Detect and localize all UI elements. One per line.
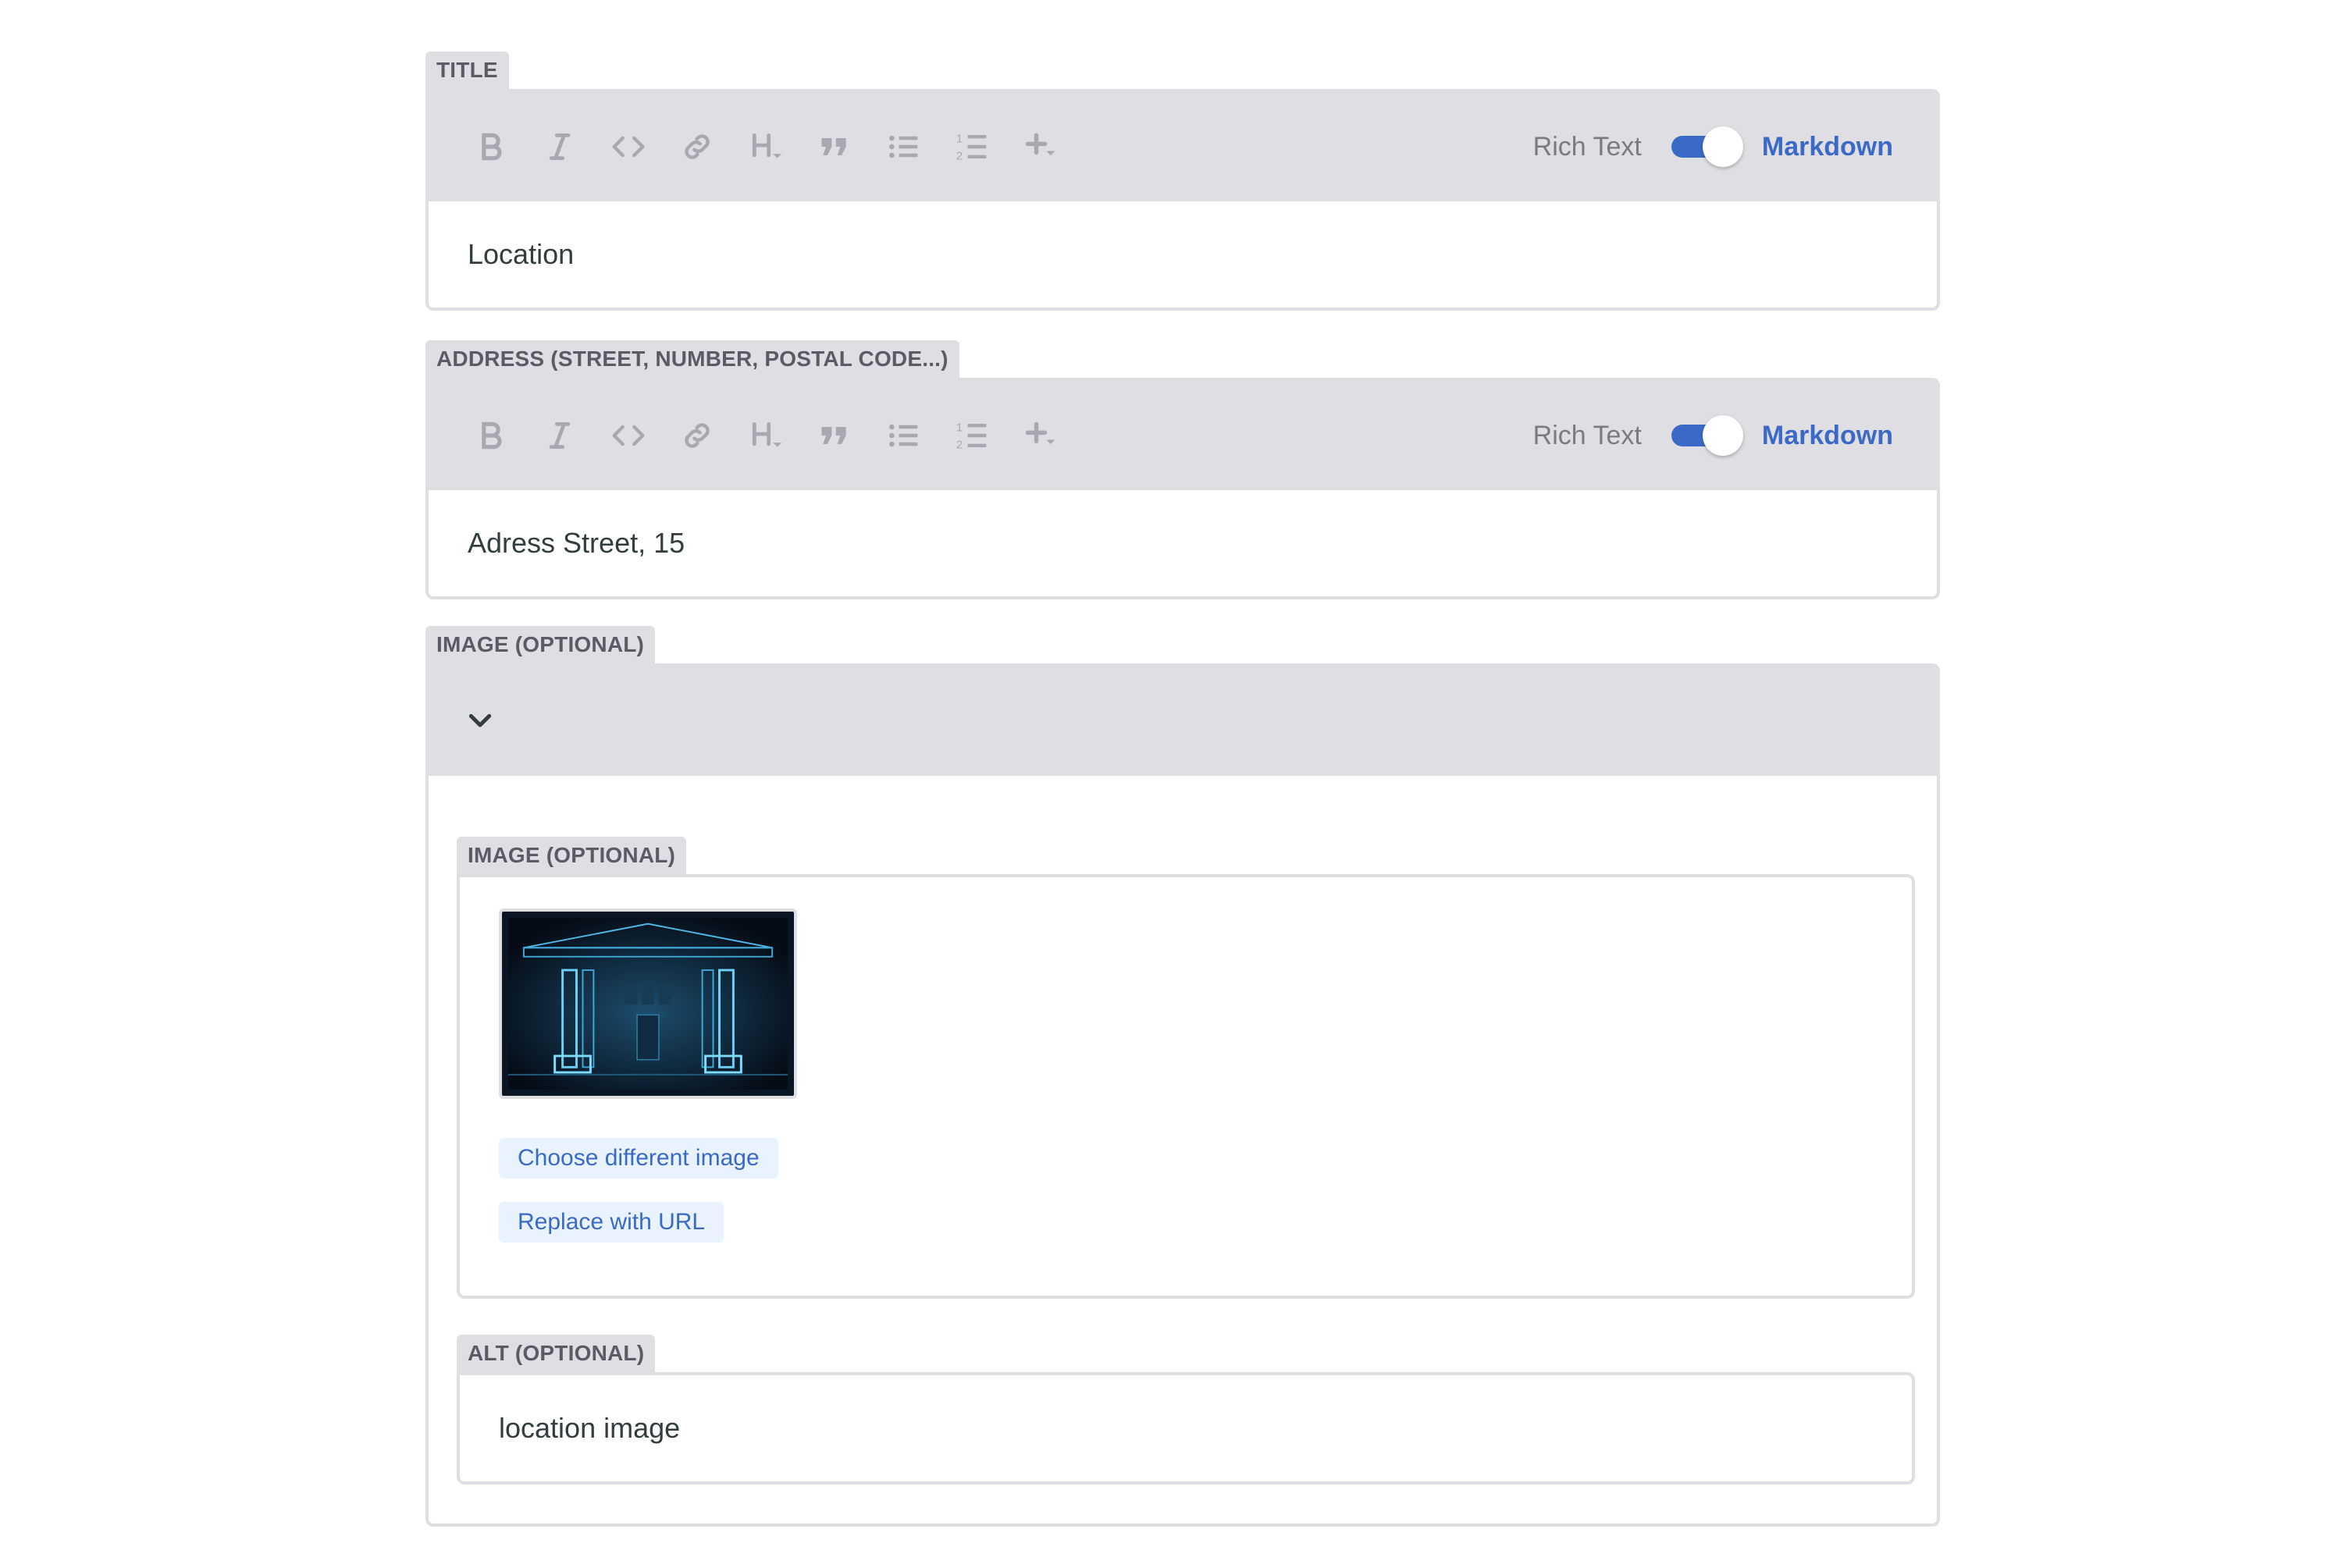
quote-icon[interactable] bbox=[811, 123, 858, 170]
image-label: IMAGE (OPTIONAL) bbox=[457, 837, 687, 874]
address-editor-box: 12 Rich Text Markdown Adress Street, 15 bbox=[425, 378, 1940, 599]
image-box: Choose different image Replace with URL bbox=[457, 874, 1915, 1299]
rich-text-label[interactable]: Rich Text bbox=[1533, 421, 1642, 451]
image-object-box: IMAGE (OPTIONAL) Choose different image … bbox=[425, 663, 1940, 1527]
image-object-label: IMAGE (OPTIONAL) bbox=[425, 626, 656, 663]
italic-icon[interactable] bbox=[536, 123, 583, 170]
quote-icon[interactable] bbox=[811, 412, 858, 459]
chevron-down-icon[interactable] bbox=[464, 706, 496, 737]
building-image bbox=[508, 918, 788, 1090]
image-thumbnail[interactable] bbox=[499, 908, 797, 1099]
editor-mode-toggle[interactable] bbox=[1671, 415, 1743, 456]
code-icon[interactable] bbox=[605, 412, 652, 459]
address-toolbar: 12 Rich Text Markdown bbox=[429, 381, 1937, 490]
link-icon[interactable] bbox=[674, 412, 721, 459]
link-icon[interactable] bbox=[674, 123, 721, 170]
svg-text:2: 2 bbox=[956, 439, 963, 452]
heading-icon[interactable] bbox=[742, 412, 789, 459]
numbered-list-icon[interactable]: 12 bbox=[949, 412, 995, 459]
svg-text:1: 1 bbox=[956, 133, 963, 146]
svg-text:1: 1 bbox=[956, 422, 963, 435]
editor-mode-toggle[interactable] bbox=[1671, 126, 1743, 167]
title-label: TITLE bbox=[425, 52, 509, 89]
markdown-label[interactable]: Markdown bbox=[1762, 132, 1893, 162]
italic-icon[interactable] bbox=[536, 412, 583, 459]
numbered-list-icon[interactable]: 12 bbox=[949, 123, 995, 170]
choose-different-image-button[interactable]: Choose different image bbox=[499, 1138, 778, 1179]
title-field: TITLE 12 Rich Text Markdown Location bbox=[425, 52, 1940, 311]
heading-icon[interactable] bbox=[742, 123, 789, 170]
bulleted-list-icon[interactable] bbox=[880, 412, 927, 459]
collapse-bar[interactable] bbox=[429, 667, 1937, 776]
replace-with-url-button[interactable]: Replace with URL bbox=[499, 1202, 724, 1243]
svg-text:2: 2 bbox=[956, 151, 963, 163]
title-toolbar: 12 Rich Text Markdown bbox=[429, 92, 1937, 201]
title-editor-box: 12 Rich Text Markdown Location bbox=[425, 89, 1940, 311]
markdown-label[interactable]: Markdown bbox=[1762, 421, 1893, 451]
address-input[interactable]: Adress Street, 15 bbox=[429, 490, 1937, 596]
image-field: IMAGE (OPTIONAL) Choose different image … bbox=[457, 837, 1915, 1299]
alt-label: ALT (OPTIONAL) bbox=[457, 1335, 656, 1372]
bold-icon[interactable] bbox=[468, 123, 514, 170]
alt-field: ALT (OPTIONAL) location image bbox=[457, 1335, 1915, 1484]
bold-icon[interactable] bbox=[468, 412, 514, 459]
rich-text-label[interactable]: Rich Text bbox=[1533, 132, 1642, 162]
address-field: ADDRESS (STREET, NUMBER, POSTAL CODE...) bbox=[425, 340, 1940, 599]
image-object-field: IMAGE (OPTIONAL) IMAGE (OPTIONAL) Choose… bbox=[425, 626, 1940, 1527]
add-component-icon[interactable] bbox=[1017, 123, 1064, 170]
title-input[interactable]: Location bbox=[429, 201, 1937, 308]
add-component-icon[interactable] bbox=[1017, 412, 1064, 459]
bulleted-list-icon[interactable] bbox=[880, 123, 927, 170]
code-icon[interactable] bbox=[605, 123, 652, 170]
address-label: ADDRESS (STREET, NUMBER, POSTAL CODE...) bbox=[425, 340, 959, 378]
alt-input[interactable]: location image bbox=[457, 1372, 1915, 1484]
